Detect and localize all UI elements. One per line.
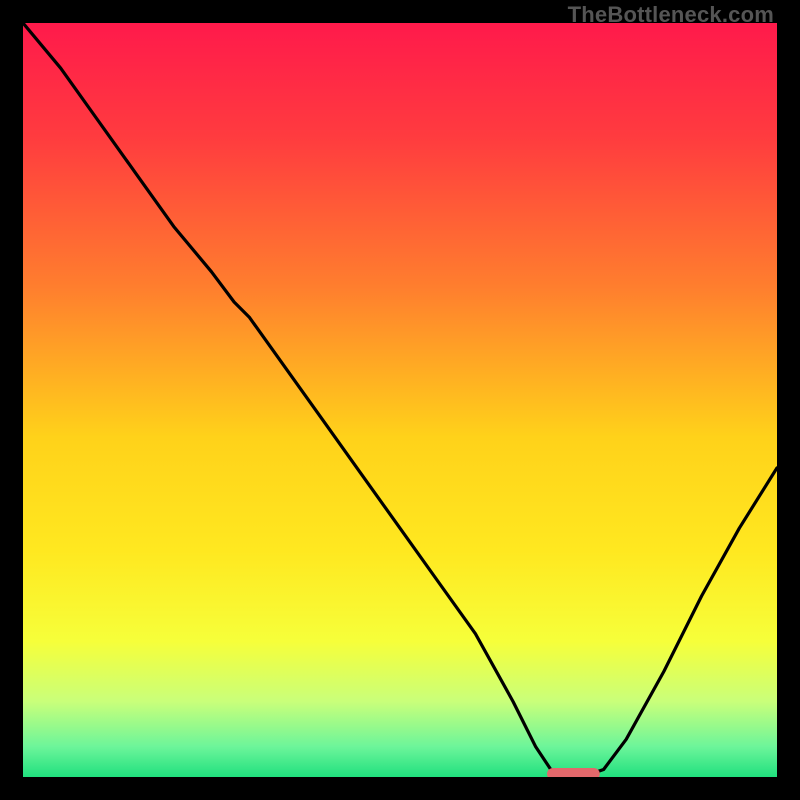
watermark-text: TheBottleneck.com	[568, 2, 774, 28]
chart-frame	[23, 23, 777, 777]
optimal-marker	[547, 768, 600, 777]
bottleneck-chart	[23, 23, 777, 777]
gradient-background	[23, 23, 777, 777]
